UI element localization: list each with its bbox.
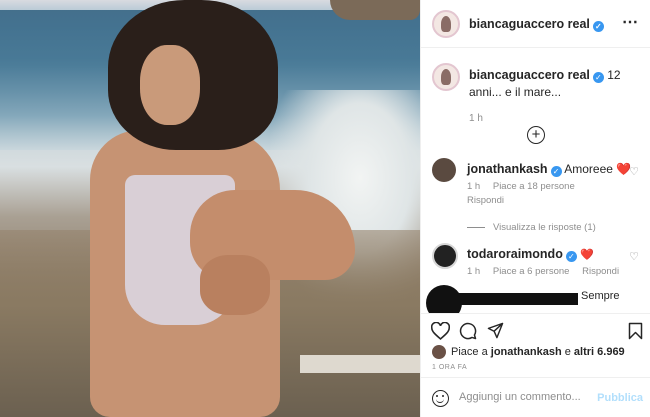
comment-text: Sempre bbox=[581, 290, 620, 302]
verified-icon: ✓ bbox=[565, 251, 577, 262]
post-time-ago: 1 ORA FA bbox=[432, 364, 468, 371]
comment-composer: Pubblica bbox=[421, 377, 650, 417]
more-options-icon[interactable]: ⋯ bbox=[622, 12, 639, 32]
likes-others[interactable]: altri 6.969 bbox=[574, 346, 625, 358]
commenter-avatar[interactable] bbox=[432, 158, 456, 182]
author-username-text: biancaguaccero real bbox=[469, 17, 590, 31]
comments-section[interactable]: biancaguaccero real ✓ 12 anni... e il mar… bbox=[421, 48, 650, 313]
publish-button[interactable]: Pubblica bbox=[597, 392, 643, 404]
caption-time: 1 h bbox=[469, 113, 483, 124]
commenter-avatar[interactable] bbox=[432, 243, 458, 269]
likes-user[interactable]: jonathankash bbox=[491, 346, 562, 358]
verified-icon: ✓ bbox=[592, 21, 604, 32]
emoji-icon[interactable] bbox=[432, 390, 449, 407]
post-sidebar: biancaguaccero real ✓ ⋯ biancaguaccero re… bbox=[420, 0, 650, 417]
person-hands bbox=[200, 255, 270, 315]
comment-text: ❤️ bbox=[580, 249, 594, 261]
bookmark-icon[interactable] bbox=[628, 322, 643, 340]
load-more-comments-icon[interactable]: + bbox=[527, 126, 545, 144]
share-icon[interactable] bbox=[487, 322, 504, 339]
commenter-username[interactable]: jonathankash bbox=[467, 162, 548, 176]
person-face bbox=[140, 45, 200, 125]
author-avatar[interactable] bbox=[432, 10, 460, 38]
comment-likes[interactable]: Piace a 6 persone bbox=[493, 266, 570, 277]
commenter-username[interactable]: todaroraimondo bbox=[467, 247, 563, 261]
author-username[interactable]: biancaguaccero real ✓ bbox=[469, 17, 604, 32]
verified-icon: ✓ bbox=[592, 72, 604, 83]
reply-button[interactable]: Rispondi bbox=[467, 195, 504, 206]
comment-line: todaroraimondo ✓ ❤️ bbox=[467, 247, 594, 262]
rock bbox=[330, 0, 420, 20]
comment-like-heart-icon[interactable]: ♡ bbox=[629, 165, 639, 178]
comment-like-heart-icon[interactable]: ♡ bbox=[629, 250, 639, 263]
verified-icon: ✓ bbox=[550, 166, 562, 177]
reply-button[interactable]: Rispondi bbox=[582, 266, 619, 277]
caption-username[interactable]: biancaguaccero real bbox=[469, 68, 590, 82]
like-heart-icon[interactable] bbox=[431, 322, 450, 340]
liker-avatar bbox=[432, 345, 446, 359]
comment-text: Amoreee ❤️ bbox=[564, 162, 632, 176]
comment-line: jonathankash ✓ Amoreee ❤️ bbox=[467, 162, 631, 177]
comment-meta: 1 h Piace a 18 persone bbox=[467, 181, 585, 192]
caption-avatar[interactable] bbox=[432, 63, 460, 91]
comment-likes[interactable]: Piace a 18 persone bbox=[493, 181, 575, 192]
caption-text-block: biancaguaccero real ✓ 12 anni... e il mar… bbox=[469, 67, 639, 101]
likes-prefix: Piace a bbox=[451, 346, 488, 358]
post-actions: Piace a jonathankash e altri 6.969 1 ORA… bbox=[421, 313, 650, 417]
comment-meta: 1 h Piace a 6 persone Rispondi bbox=[467, 266, 629, 277]
likes-summary[interactable]: Piace a jonathankash e altri 6.969 bbox=[432, 345, 625, 359]
comment-time: 1 h bbox=[467, 181, 481, 192]
view-replies-button[interactable]: Visualizza le risposte (1) bbox=[467, 222, 596, 233]
comment-item-redacted: Sempre bbox=[426, 285, 650, 313]
ledge bbox=[300, 355, 420, 373]
comment-time: 1 h bbox=[467, 266, 481, 277]
redacted-username bbox=[454, 293, 578, 305]
comment-input[interactable] bbox=[459, 391, 589, 403]
post-header: biancaguaccero real ✓ ⋯ bbox=[421, 0, 650, 48]
post-photo[interactable] bbox=[0, 0, 420, 417]
likes-middle: e bbox=[564, 346, 571, 358]
comment-icon[interactable] bbox=[459, 322, 477, 340]
